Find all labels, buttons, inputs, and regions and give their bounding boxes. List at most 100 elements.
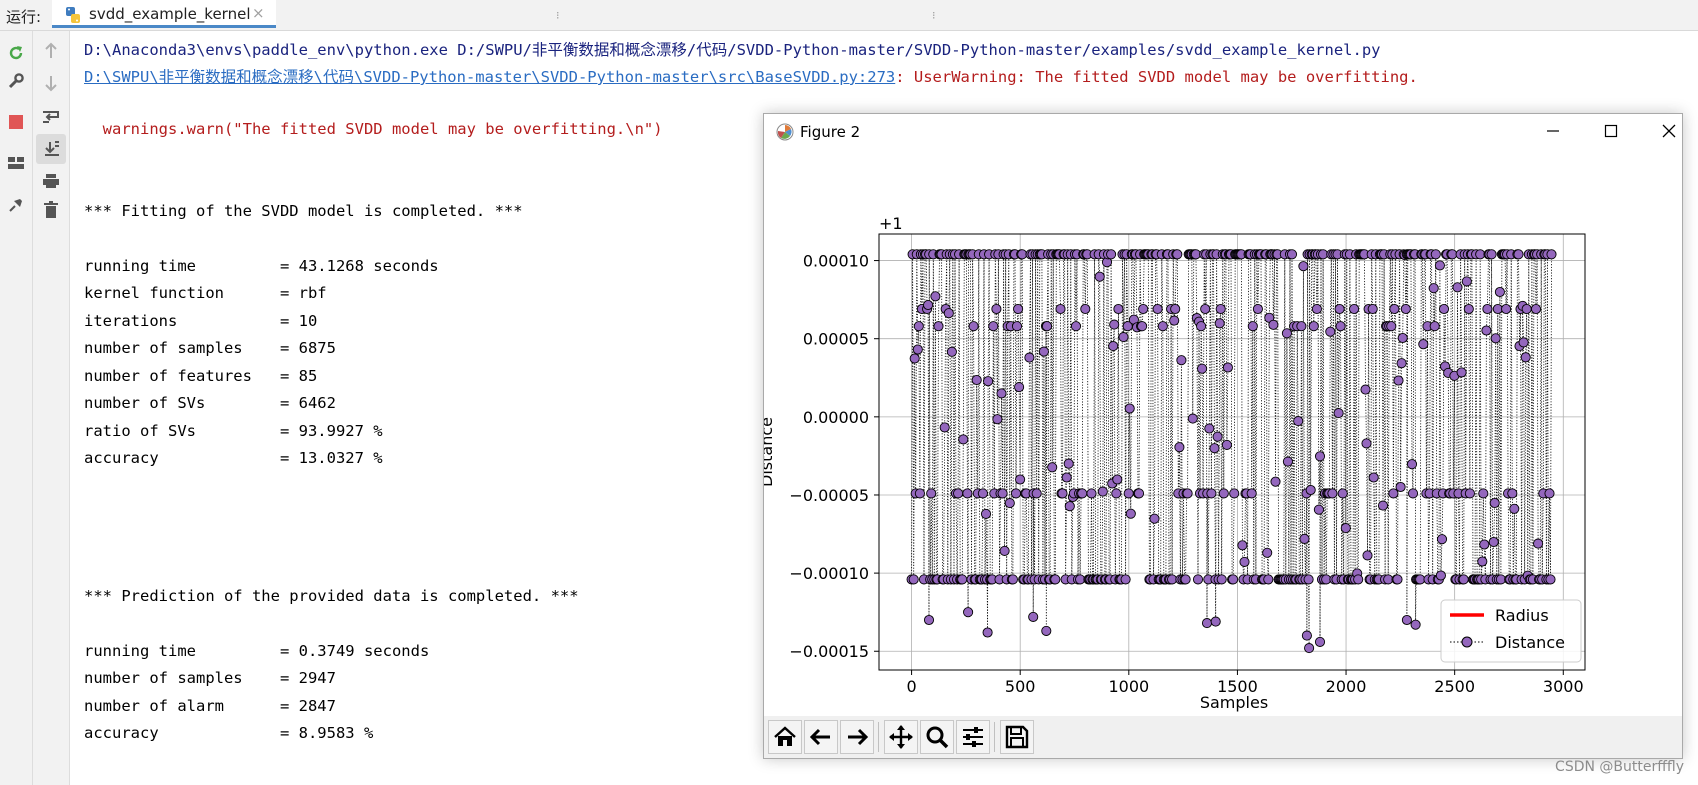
forward-icon[interactable]: [840, 720, 874, 754]
distance-point: [1392, 574, 1403, 585]
distance-point: [1086, 488, 1097, 499]
stop-icon[interactable]: [4, 110, 28, 134]
distance-point: [923, 614, 935, 626]
distance-point: [1305, 484, 1316, 496]
distance-point: [1041, 321, 1053, 332]
y-tick-label: 0.00010: [803, 252, 869, 271]
matplotlib-logo-icon: [776, 123, 794, 141]
figure-window[interactable]: Figure 2 +1 0 500 1000 1500 2000 2500 3000 0.0…: [763, 113, 1683, 759]
run-tab-svdd-example-kernel[interactable]: svdd_example_kernel ×: [52, 0, 276, 28]
print-icon[interactable]: [39, 169, 63, 193]
distance-point: [1415, 574, 1426, 585]
toolbar-separator: [994, 722, 995, 752]
distance-point: [982, 627, 993, 638]
distance-point: [1389, 303, 1400, 315]
distance-point: [1214, 318, 1225, 329]
distance-point: [1201, 618, 1213, 629]
distance-point: [1530, 303, 1542, 315]
distance-point: [1298, 261, 1309, 272]
distance-point: [980, 508, 992, 519]
distance-point: [1386, 321, 1397, 332]
fit-stat: kernel function = rbf: [84, 284, 327, 302]
distance-point: [1197, 363, 1208, 374]
distance-point: [988, 321, 999, 332]
trash-icon[interactable]: [39, 198, 63, 222]
distance-point: [1120, 574, 1131, 585]
distance-point: [1210, 616, 1221, 627]
distance-point: [1507, 488, 1518, 499]
distance-point: [1490, 333, 1501, 344]
pin-icon[interactable]: [4, 193, 28, 217]
warning-file-link[interactable]: D:\SWPU\非平衡数据和概念漂移\代码\SVDD-Python-master…: [84, 68, 895, 86]
down-arrow-icon[interactable]: [39, 71, 63, 95]
distance-point: [1293, 416, 1304, 427]
save-icon[interactable]: [1000, 720, 1034, 754]
distance-point: [1428, 283, 1439, 294]
wrench-icon[interactable]: [4, 69, 28, 93]
distance-point: [1481, 325, 1492, 336]
distance-point: [909, 353, 920, 364]
distance-series: [906, 249, 1557, 654]
distance-point: [1157, 321, 1168, 332]
minimize-icon[interactable]: [1530, 118, 1576, 144]
distance-point: [1080, 303, 1091, 315]
distance-point: [1216, 574, 1227, 585]
distance-point: [912, 344, 923, 355]
distance-point: [1106, 249, 1117, 260]
up-arrow-icon[interactable]: [39, 39, 63, 63]
distance-point: [1479, 539, 1490, 550]
rerun-icon[interactable]: [4, 41, 28, 65]
figure-titlebar[interactable]: Figure 2: [764, 114, 1682, 148]
prediction-stat: number of samples = 2947: [84, 669, 336, 687]
distance-point: [1263, 574, 1274, 585]
distance-point: [1282, 456, 1293, 467]
console-actions-strip: [33, 31, 70, 785]
distance-line: [911, 253, 1552, 649]
distance-point: [1050, 574, 1061, 585]
distance-point: [1492, 303, 1503, 315]
distance-point: [996, 388, 1007, 399]
distance-point: [1301, 630, 1312, 641]
distance-point: [968, 321, 979, 332]
distance-point: [1452, 282, 1463, 293]
x-tick-label: 2000: [1326, 677, 1367, 696]
distance-point: [992, 414, 1003, 425]
close-icon[interactable]: [1646, 118, 1692, 144]
distance-point: [1138, 303, 1149, 315]
distance-point: [1170, 303, 1181, 315]
distance-point: [1308, 321, 1319, 332]
figure-canvas[interactable]: +1 0 500 1000 1500 2000 2500 3000 0.000100.000…: [764, 148, 1682, 716]
distance-point: [1544, 488, 1555, 499]
soft-wrap-icon[interactable]: [39, 105, 63, 129]
distance-point: [1125, 508, 1136, 519]
zoom-icon[interactable]: [920, 720, 954, 754]
distance-point: [1482, 303, 1493, 315]
distance-point: [1435, 570, 1446, 581]
layout-icon[interactable]: [4, 151, 28, 175]
configure-icon[interactable]: [956, 720, 990, 754]
home-icon[interactable]: [768, 720, 802, 754]
maximize-icon[interactable]: [1588, 118, 1634, 144]
distance-point: [963, 607, 974, 618]
distance-point: [1229, 488, 1240, 499]
distance-point: [1024, 352, 1035, 363]
distance-point: [1070, 321, 1082, 332]
pan-icon[interactable]: [884, 720, 918, 754]
distance-point: [1361, 438, 1372, 449]
distance-point: [999, 545, 1010, 556]
back-icon[interactable]: [804, 720, 838, 754]
run-actions-strip: [0, 31, 33, 785]
distance-point: [1311, 303, 1322, 315]
distance-point: [1513, 249, 1524, 260]
distance-point: [1401, 614, 1412, 626]
distance-point: [1247, 321, 1258, 332]
distance-point: [1221, 439, 1232, 450]
scroll-to-end-icon[interactable]: [36, 134, 66, 164]
distance-point: [1395, 481, 1406, 493]
y-tick-label: −0.00005: [789, 486, 869, 505]
close-tab-icon[interactable]: ×: [252, 4, 265, 22]
distance-point: [1518, 337, 1529, 348]
distance-point: [1200, 303, 1211, 315]
distance-point: [1077, 488, 1088, 499]
distance-point: [1007, 574, 1018, 585]
